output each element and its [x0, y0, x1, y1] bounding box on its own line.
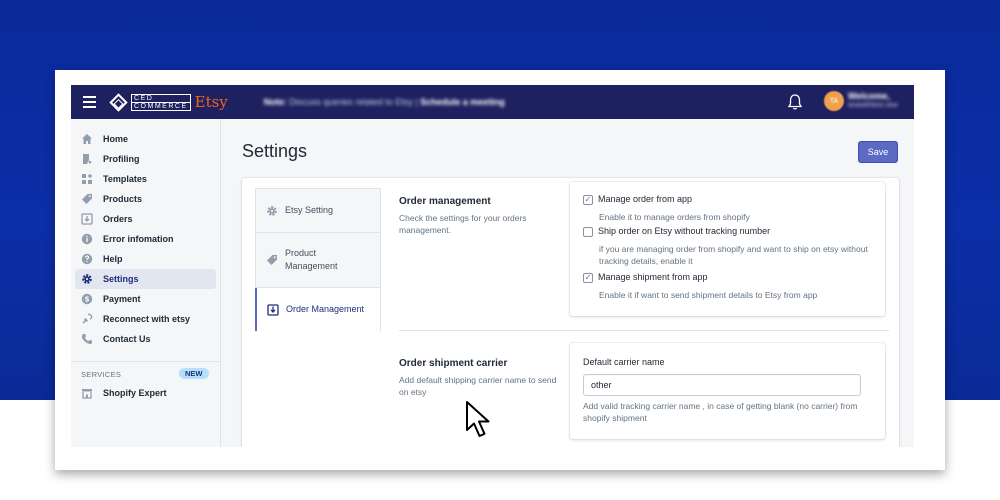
top-bar: CED COMMERCE Etsy Note: Discuss queries … [71, 85, 914, 119]
templates-icon [81, 173, 93, 185]
shipment-carrier-description: Add default shipping carrier name to sen… [399, 375, 557, 398]
order-management-title: Order management [399, 196, 491, 207]
tab-label: Product Management [285, 248, 338, 271]
tag-icon [81, 193, 93, 205]
sidebar-item-label: Home [103, 134, 129, 144]
logo[interactable]: CED COMMERCE Etsy [109, 92, 228, 112]
sidebar-item-reconnect[interactable]: Reconnect with etsy [75, 309, 216, 329]
option-help: if you are managing order from shopify a… [599, 244, 868, 267]
sidebar-item-label: Error infomation [103, 234, 174, 244]
mouse-pointer-icon [466, 401, 490, 437]
option-manage-shipment[interactable]: ✓ Manage shipment from app [583, 272, 708, 283]
info-icon [81, 233, 93, 245]
sidebar-item-label: Payment [103, 294, 141, 304]
logo-text-bottom: COMMERCE [131, 102, 191, 111]
schedule-meeting-link[interactable]: Schedule a meeting [420, 97, 505, 107]
carrier-field-label: Default carrier name [583, 357, 665, 367]
bell-icon[interactable] [787, 93, 803, 111]
carrier-field-help: Add valid tracking carrier name , in cas… [583, 401, 858, 424]
sidebar-item-error-information[interactable]: Error infomation [75, 229, 216, 249]
avatar[interactable]: TA [824, 91, 844, 111]
section-divider [399, 330, 889, 331]
profiling-icon [81, 153, 93, 165]
user-welcome[interactable]: Welcome, testwithtest.new [848, 91, 898, 110]
checkbox-manage-order[interactable]: ✓ [583, 195, 593, 205]
tab-label: Order Management [286, 304, 365, 315]
option-help: Enable it if want to send shipment detai… [599, 290, 818, 300]
sidebar-item-products[interactable]: Products [75, 189, 216, 209]
option-help: Enable it to manage orders from shopify [599, 212, 750, 222]
sidebar-item-help[interactable]: Help [75, 249, 216, 269]
option-label: Manage order from app [598, 194, 693, 204]
sidebar-item-label: Shopify Expert [103, 388, 167, 398]
tab-etsy-setting[interactable]: Etsy Setting [255, 188, 381, 233]
option-label: Ship order on Etsy without tracking numb… [598, 226, 771, 236]
phone-icon [81, 333, 93, 345]
sidebar-item-label: Settings [103, 274, 139, 284]
menu-icon[interactable] [83, 96, 96, 108]
help-icon [81, 253, 93, 265]
sidebar-item-templates[interactable]: Templates [75, 169, 216, 189]
tab-order-management[interactable]: Order Management [255, 288, 381, 331]
option-label: Manage shipment from app [598, 272, 708, 282]
sidebar-divider [71, 361, 221, 362]
gear-icon [265, 205, 279, 217]
tab-product-management[interactable]: Product Management [255, 232, 381, 288]
tab-label: Etsy Setting [285, 205, 334, 216]
logo-text-top: CED [131, 93, 191, 103]
sidebar-item-label: Orders [103, 214, 133, 224]
sidebar-item-profiling[interactable]: Profiling [75, 149, 216, 169]
sidebar-item-orders[interactable]: Orders [75, 209, 216, 229]
sidebar-item-label: Reconnect with etsy [103, 314, 191, 324]
save-button[interactable]: Save [858, 141, 898, 163]
welcome-title: Welcome, [848, 91, 890, 101]
logo-brand: Etsy [194, 93, 228, 111]
orders-icon [81, 213, 93, 225]
logo-diamond-icon [109, 92, 128, 112]
settings-card: Etsy Setting Product Management Order Ma… [242, 178, 899, 447]
home-icon [81, 133, 93, 145]
new-badge: NEW [179, 368, 209, 379]
note-banner: Note: Discuss queries related to Etsy | … [264, 97, 505, 107]
checkbox-manage-shipment[interactable]: ✓ [583, 273, 593, 283]
welcome-subtitle: testwithtest.new [848, 101, 898, 109]
store-icon [81, 387, 93, 399]
app-window: CED COMMERCE Etsy Note: Discuss queries … [71, 85, 914, 447]
services-heading: SERVICES [81, 370, 122, 379]
sidebar-item-home[interactable]: Home [75, 129, 216, 149]
shipment-carrier-title: Order shipment carrier [399, 358, 508, 369]
sidebar-item-label: Profiling [103, 154, 140, 164]
page-title: Settings [242, 141, 308, 161]
reconnect-icon [81, 313, 93, 325]
note-text: Discuss queries related to Etsy | [289, 97, 418, 107]
order-options-box: ✓ Manage order from app Enable it to man… [570, 182, 885, 316]
sidebar-item-settings[interactable]: Settings [75, 269, 216, 289]
sidebar-item-shopify-expert[interactable]: Shopify Expert [75, 383, 216, 403]
tag-icon [265, 254, 279, 266]
download-icon [266, 303, 280, 316]
sidebar-item-label: Contact Us [103, 334, 151, 344]
sidebar-item-label: Products [103, 194, 143, 204]
gear-icon [81, 273, 93, 285]
sidebar-item-payment[interactable]: $ Payment [75, 289, 216, 309]
option-manage-order[interactable]: ✓ Manage order from app [583, 194, 692, 205]
checkbox-ship-without-tracking[interactable] [583, 227, 593, 237]
carrier-name-input[interactable]: other [583, 374, 861, 396]
sidebar: Home Profiling Templates Products Orders… [71, 119, 221, 447]
dollar-icon: $ [81, 293, 93, 305]
order-management-description: Check the settings for your orders manag… [399, 213, 527, 236]
svg-text:$: $ [84, 295, 89, 304]
screenshot-frame: CED COMMERCE Etsy Note: Discuss queries … [55, 70, 945, 470]
carrier-box: Default carrier name other Add valid tra… [570, 343, 885, 439]
sidebar-item-label: Help [103, 254, 123, 264]
option-ship-without-tracking[interactable]: Ship order on Etsy without tracking numb… [583, 226, 770, 237]
note-prefix: Note: [263, 97, 287, 107]
sidebar-item-label: Templates [103, 174, 147, 184]
sidebar-item-contact-us[interactable]: Contact Us [75, 329, 216, 349]
